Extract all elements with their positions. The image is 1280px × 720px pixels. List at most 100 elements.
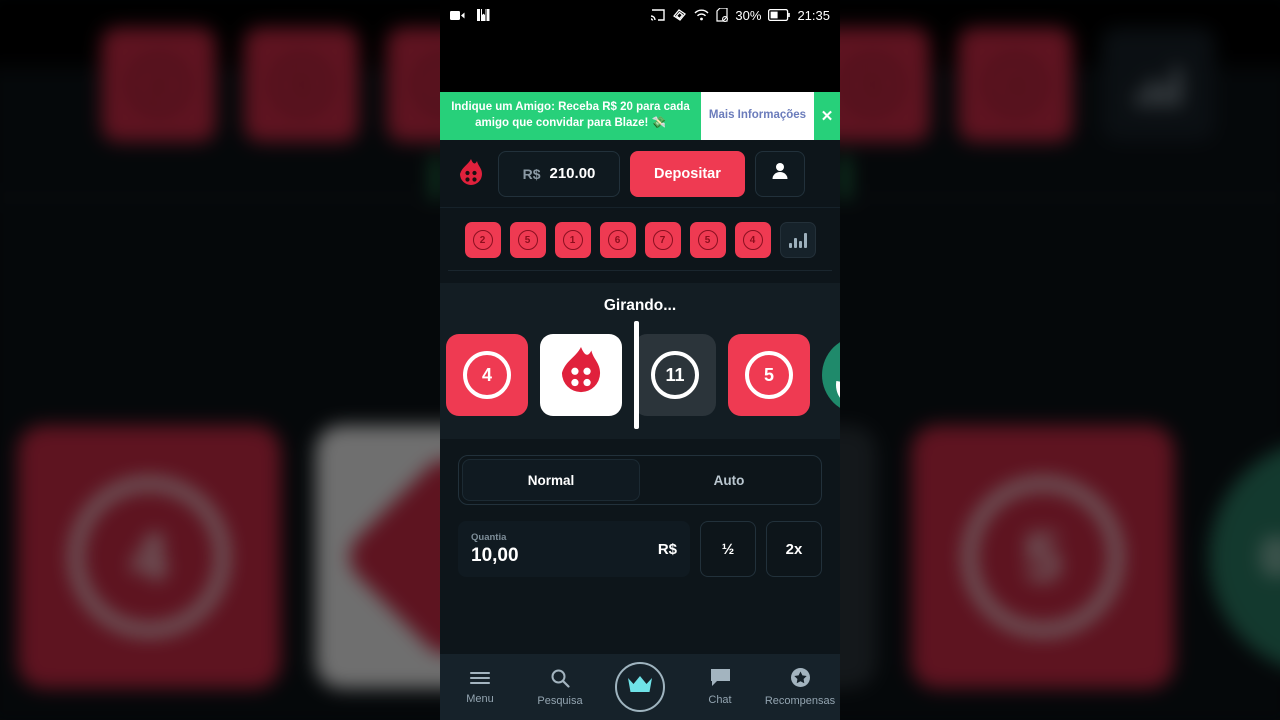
background-history-tile: 2 <box>101 27 216 142</box>
background-reel-value: 5 <box>963 477 1123 637</box>
tab-auto[interactable]: Auto <box>640 459 818 501</box>
history-stats-button[interactable] <box>779 222 816 258</box>
reel-tile-value: 11 <box>651 351 699 399</box>
background-reel-tile: 5 <box>911 425 1175 689</box>
reel-logo-tile <box>540 334 622 416</box>
reel-tile: 11 <box>634 334 716 416</box>
cast-icon <box>650 9 666 21</box>
history-tile[interactable]: 1 <box>554 222 591 258</box>
amount-currency: R$ <box>657 540 677 558</box>
background-bar-chart-icon <box>1136 63 1181 107</box>
battery-icon <box>768 9 791 21</box>
close-icon[interactable]: ✕ <box>814 92 840 140</box>
round-timer: 03:45 <box>822 336 840 418</box>
hamburger-menu-icon <box>469 670 491 689</box>
bookmark-icon <box>477 9 490 21</box>
background-history-tile: 5 <box>244 27 359 142</box>
background-stats-tile <box>1101 27 1216 142</box>
video-camera-icon <box>450 10 465 21</box>
chat-bubble-icon <box>710 668 731 690</box>
clock-label: 21:35 <box>797 7 830 23</box>
half-amount-button[interactable]: ½ <box>700 521 756 577</box>
amount-input-left: Quantia 10,00 <box>471 532 658 567</box>
star-badge-icon <box>790 667 811 691</box>
double-amount-button[interactable]: 2x <box>766 521 822 577</box>
amount-label: Quantia <box>471 531 507 543</box>
nav-item-search[interactable]: Pesquisa <box>520 668 600 707</box>
history-tile-value: 7 <box>652 230 673 250</box>
app-screenshot: 2 5 1 6 7 5 4 4 5 03:4 <box>0 0 1280 720</box>
history-tile[interactable]: 6 <box>599 222 636 258</box>
search-icon <box>550 668 570 691</box>
background-tile-value: 5 <box>272 56 330 114</box>
tab-normal[interactable]: Normal <box>462 459 640 501</box>
reel-tile-value: 5 <box>745 351 793 399</box>
status-bar-left-icons <box>450 9 490 21</box>
crown-button[interactable] <box>615 662 665 712</box>
nfc-off-icon <box>672 8 687 22</box>
sd-card-off-icon <box>716 8 729 22</box>
background-history-tile: 4 <box>958 27 1073 142</box>
reel-tile-value: 4 <box>463 351 511 399</box>
nav-label-rewards: Recompensas <box>764 695 836 707</box>
nav-item-menu[interactable]: Menu <box>440 670 520 705</box>
blaze-logo-icon[interactable] <box>454 157 488 191</box>
history-separator <box>448 270 832 271</box>
nav-item-rewards[interactable]: Recompensas <box>760 667 840 707</box>
reel-marker-line <box>634 321 639 429</box>
history-tile[interactable]: 5 <box>509 222 546 258</box>
black-spacer <box>440 30 840 92</box>
nav-label-chat: Chat <box>708 694 732 706</box>
history-tile-value: 5 <box>517 230 538 250</box>
background-green-edge-left <box>432 156 440 199</box>
history-tile-value: 5 <box>697 230 718 250</box>
background-reel-value: 4 <box>69 477 229 637</box>
profile-button[interactable] <box>754 150 805 197</box>
battery-percent-label: 30% <box>735 7 762 23</box>
background-tile-value: 4 <box>986 56 1044 114</box>
balance-amount: 210.00 <box>549 165 596 182</box>
promo-message: Indique um Amigo: Receba R$ 20 para cada… <box>451 101 690 129</box>
amount-value: 10,00 <box>471 544 519 566</box>
bar-chart-icon <box>788 232 807 248</box>
history-tile[interactable]: 4 <box>734 222 771 258</box>
history-tile-value: 4 <box>742 230 763 250</box>
status-bar: 30% 21:35 <box>440 0 840 30</box>
status-bar-right-icons: 30% 21:35 <box>650 8 830 23</box>
promo-more-info-button[interactable]: Mais Informações <box>701 92 814 140</box>
history-strip-wrap: 2 5 1 6 7 5 4 <box>440 208 840 283</box>
background-tile-value: 2 <box>130 56 188 114</box>
roulette-reel: 4 11 5 <box>440 321 840 429</box>
crown-icon <box>627 675 653 700</box>
person-icon <box>770 161 790 186</box>
roulette-section: Girando... 4 11 5 <box>440 283 840 439</box>
timer-progress-arc <box>826 352 840 418</box>
deposit-button[interactable]: Depositar <box>630 150 745 197</box>
nav-item-home[interactable] <box>600 662 680 712</box>
blaze-logo-icon <box>555 345 607 406</box>
spin-status-text: Girando... <box>603 297 677 314</box>
history-tile-value: 1 <box>562 230 583 250</box>
background-timer: 03:45 <box>1209 439 1280 675</box>
balance-display[interactable]: R$ 210.00 <box>498 150 620 197</box>
history-tile[interactable]: 5 <box>689 222 726 258</box>
wifi-icon <box>694 9 709 21</box>
promo-banner[interactable]: Indique um Amigo: Receba R$ 20 para cada… <box>440 92 840 140</box>
history-tile-value: 2 <box>472 230 493 250</box>
app-header: R$ 210.00 Depositar <box>440 140 840 208</box>
phone-viewport: 30% 21:35 Indique um Amigo: Receba R$ 20… <box>440 0 840 720</box>
nav-label-search: Pesquisa <box>537 694 583 707</box>
background-green-edge-right <box>841 156 849 199</box>
history-tile[interactable]: 7 <box>644 222 681 258</box>
reel-tile: 4 <box>446 334 528 416</box>
bottom-navigation: Menu Pesquisa Chat Recompensas <box>440 654 840 720</box>
history-tile-value: 6 <box>607 230 628 250</box>
amount-input[interactable]: Quantia 10,00 R$ <box>458 521 690 577</box>
reel-tile: 5 <box>728 334 810 416</box>
bet-mode-tabs: Normal Auto <box>458 455 822 505</box>
history-tile[interactable]: 2 <box>464 222 501 258</box>
bet-amount-row: Quantia 10,00 R$ ½ 2x <box>458 521 822 577</box>
nav-item-chat[interactable]: Chat <box>680 668 760 706</box>
background-tile-value: 5 <box>844 56 902 114</box>
background-reel-tile: 4 <box>17 425 281 689</box>
